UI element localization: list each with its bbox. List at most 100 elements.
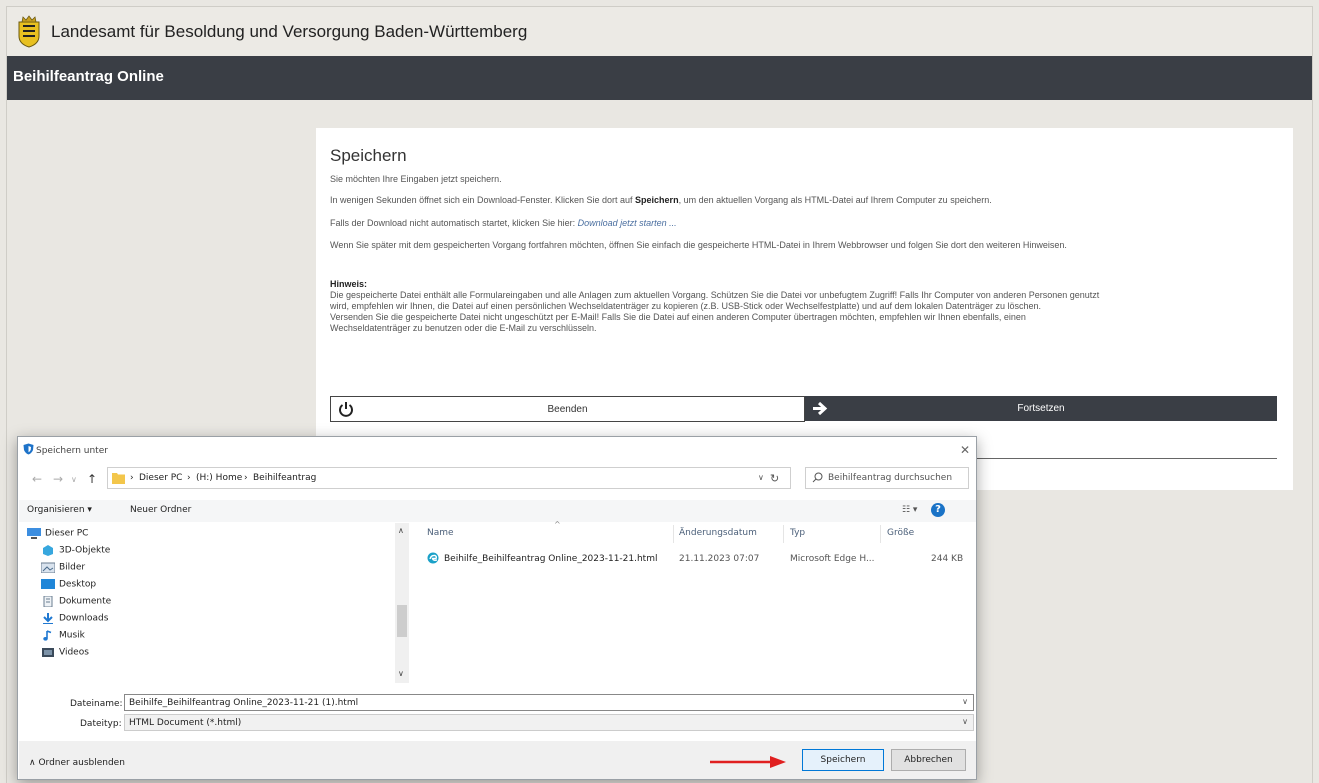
close-icon[interactable]: ✕ [960,443,970,457]
hide-folders-label: Ordner ausblenden [38,758,125,768]
card-fallback: Falls der Download nicht automatisch sta… [330,218,1130,229]
document-icon [43,596,53,607]
column-separator [673,525,674,543]
search-icon [812,472,823,483]
chevron-down-icon[interactable]: ∨ [758,473,764,482]
column-separator [783,525,784,543]
organize-button[interactable]: Organisieren ▾ [27,505,92,515]
end-button[interactable]: Beenden [330,396,805,422]
breadcrumb-separator: › [130,473,134,483]
file-date: 21.11.2023 07:07 [679,554,760,564]
scroll-down-icon[interactable]: ∨ [398,669,404,678]
save-as-dialog: Speichern unter ✕ ← → ∨ ↑ › Dieser PC › … [17,436,977,780]
hide-folders-toggle[interactable]: ∧ Ordner ausblenden [29,758,125,768]
tree-item-label: Bilder [59,562,86,573]
dialog-title: Speichern unter [36,446,108,456]
dialog-toolbar: Organisieren ▾ Neuer Ordner ☷ ▾ ? [19,500,976,522]
refresh-icon[interactable]: ↻ [770,472,779,485]
card-title: Speichern [330,146,407,165]
dialog-footer: ∧ Ordner ausblenden Speichern Abbrechen [19,741,976,779]
search-placeholder: Beihilfeantrag durchsuchen [828,473,953,483]
save-button[interactable]: Speichern [802,749,884,771]
column-header-date[interactable]: Änderungsdatum [679,528,757,538]
note-text-2: Versenden Sie die gespeicherte Datei nic… [330,312,1026,333]
filetype-select[interactable]: HTML Document (*.html) ∨ [124,714,974,731]
note-title: Hinweis: [330,279,368,289]
breadcrumb-beihilfeantrag[interactable]: Beihilfeantrag [253,473,316,483]
forward-icon[interactable]: → [53,472,63,486]
computer-icon [27,528,41,539]
view-options-icon[interactable]: ☷ ▾ [902,505,917,515]
fallback-text: Falls der Download nicht automatisch sta… [330,218,576,228]
card-note: Hinweis: Die gespeicherte Datei enthält … [330,279,1100,334]
recent-dropdown-icon[interactable]: ∨ [71,475,77,484]
file-name: Beihilfe_Beihilfeantrag Online_2023-11-2… [444,554,658,564]
shield-icon [23,443,34,455]
column-header-type[interactable]: Typ [790,528,805,538]
tree-item-this-pc[interactable]: Dieser PC [27,528,88,544]
divider [976,458,1277,459]
new-folder-button[interactable]: Neuer Ordner [130,505,191,515]
scrollbar-thumb[interactable] [397,605,407,637]
address-bar[interactable]: › Dieser PC › (H:) Home › Beihilfeantrag… [107,467,791,489]
card-instruction: In wenigen Sekunden öffnet sich ein Down… [330,195,1230,206]
tree-item-label: Videos [59,647,89,658]
continue-button-label: Fortsetzen [1017,403,1065,414]
file-type: Microsoft Edge H... [790,554,875,564]
filename-label: Dateiname: [70,699,123,709]
continue-button[interactable]: Fortsetzen [805,396,1277,421]
column-header-size[interactable]: Größe [887,528,914,538]
scroll-up-icon[interactable]: ∧ [398,526,404,535]
end-button-label: Beenden [547,404,588,415]
tree-item-3d-objects[interactable]: 3D-Objekte [41,545,110,561]
pictures-icon [41,562,55,573]
app-title: Beihilfeantrag Online [13,68,164,85]
column-header-name[interactable]: Name [427,528,454,538]
tree-item-videos[interactable]: Videos [41,647,89,663]
tree-item-downloads[interactable]: Downloads [41,613,108,629]
agency-name: Landesamt für Besoldung und Versorgung B… [51,22,528,41]
column-separator [880,525,881,543]
chevron-up-icon: ∧ [29,758,36,768]
back-icon[interactable]: ← [32,472,42,486]
desktop-icon [41,579,55,589]
tree-item-label: Dokumente [59,596,112,607]
download-link[interactable]: Download jetzt starten ... [578,218,677,228]
chevron-down-icon[interactable]: ∨ [962,697,968,706]
tree-item-label: 3D-Objekte [59,545,111,556]
file-list: ^ Name Änderungsdatum Typ Größe Beihilfe… [415,520,975,683]
filetype-label: Dateityp: [80,719,122,729]
tree-item-pictures[interactable]: Bilder [41,562,85,578]
tree-item-desktop[interactable]: Desktop [41,579,96,595]
tree-item-label: Desktop [59,579,97,590]
up-icon[interactable]: ↑ [87,472,97,486]
tree-item-label: Musik [59,630,85,641]
red-arrow-annotation [710,756,786,768]
file-size: 244 KB [931,554,964,564]
tree-item-documents[interactable]: Dokumente [41,596,111,612]
filename-input[interactable]: Beihilfe_Beihilfeantrag Online_2023-11-2… [124,694,974,711]
folder-tree: Dieser PC 3D-Objekte Bilder Desktop Doku… [19,523,409,683]
filetype-value: HTML Document (*.html) [129,718,242,728]
video-icon [42,648,54,657]
edge-browser-icon [427,552,439,564]
tree-item-music[interactable]: Musik [41,630,85,646]
tree-scrollbar[interactable]: ∧ ∨ [395,523,409,683]
chevron-down-icon[interactable]: ∨ [962,717,968,726]
card-intro: Sie möchten Ihre Eingaben jetzt speicher… [330,174,502,184]
search-field[interactable]: Beihilfeantrag durchsuchen [805,467,969,489]
breadcrumb-separator: › [187,473,191,483]
card-continue-info: Wenn Sie später mit dem gespeicherten Vo… [330,240,1067,250]
cancel-button[interactable]: Abbrechen [891,749,966,771]
sort-ascending-icon: ^ [554,520,561,529]
breadcrumb-separator: › [244,473,248,483]
instruction-bold: Speichern [635,195,679,205]
music-note-icon [43,630,52,641]
breadcrumb-this-pc[interactable]: Dieser PC [139,473,182,483]
note-text-1: Die gespeicherte Datei enthält alle Form… [330,290,1100,311]
filename-value: Beihilfe_Beihilfeantrag Online_2023-11-2… [129,698,359,708]
breadcrumb-home[interactable]: (H:) Home [196,473,242,483]
help-icon[interactable]: ? [931,503,945,517]
tree-item-label: Dieser PC [45,528,89,539]
state-crest-icon [18,15,40,48]
